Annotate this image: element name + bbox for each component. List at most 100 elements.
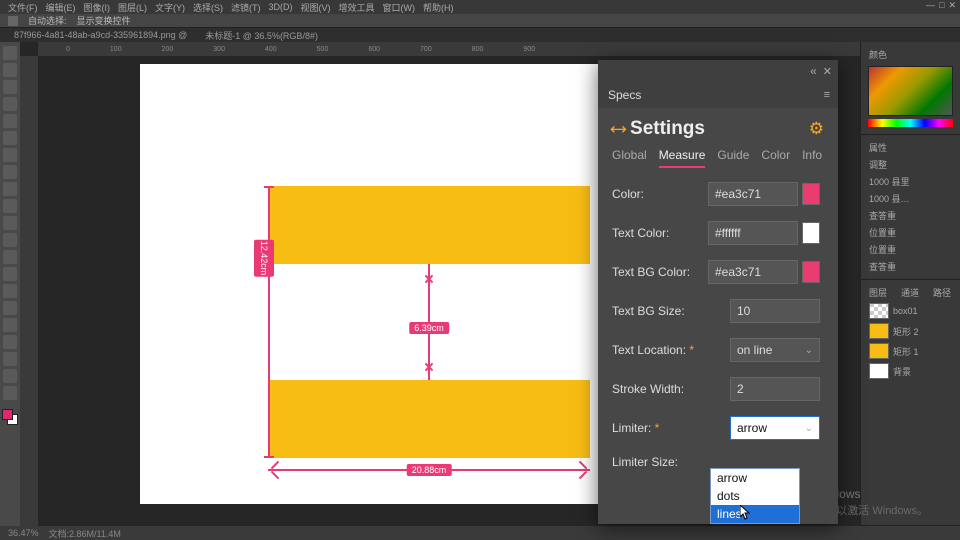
path-tool[interactable] [3,335,17,349]
limitersize-label: Limiter Size: [612,455,820,469]
channels-tab[interactable]: 通道 [897,284,923,301]
spec-arrow [271,461,279,469]
menu-edit[interactable]: 编辑(E) [46,1,76,14]
spec-line-height [268,188,270,458]
prop-row: 1000 县… [865,190,956,207]
props-panel-tab[interactable]: 属性 [865,139,956,156]
color-input[interactable]: #ea3c71 [708,182,798,206]
doc-tab-2[interactable]: 未标题-1 @ 36.5%(RGB/8#) [199,29,324,42]
close-icon[interactable]: ✕ [823,65,832,78]
menu-plugins[interactable]: 增效工具 [339,1,375,14]
color-picker[interactable] [868,66,953,116]
textcolor-label: Text Color: [612,226,708,240]
textloc-label: Text Location: [612,343,730,357]
limiter-dropdown[interactable]: arrow dots lines [710,468,800,524]
layer-row[interactable]: 矩形 1 [865,341,956,361]
frame-tool[interactable] [3,131,17,145]
textbg-label: Text BG Color: [612,265,708,279]
stroke-input[interactable]: 2 [730,377,820,401]
specs-panel-header[interactable]: « ✕ [598,60,838,82]
spec-gap-badge: 6.39cm [409,322,449,334]
close-button[interactable]: ✕ [948,0,956,11]
stamp-tool[interactable] [3,199,17,213]
limiter-option-dots[interactable]: dots [711,487,799,505]
menu-image[interactable]: 图像(I) [84,1,111,14]
move-tool[interactable] [3,46,17,60]
status-bar: 36.47% 文档:2.86M/11.4M [0,526,960,540]
color-panel-tab[interactable]: 颜色 [865,46,956,63]
fg-bg-swatch[interactable] [2,409,18,425]
menu-3d[interactable]: 3D(D) [269,2,293,12]
menu-select[interactable]: 选择(S) [193,1,223,14]
color-swatch[interactable] [802,183,820,205]
tab-global[interactable]: Global [612,148,647,168]
chevron-down-icon: ⌄ [805,345,813,356]
tab-measure[interactable]: Measure [659,148,706,168]
lasso-tool[interactable] [3,80,17,94]
marquee-tool[interactable] [3,63,17,77]
home-icon[interactable] [8,16,18,26]
brush-tool[interactable] [3,182,17,196]
textloc-select[interactable]: on line⌄ [730,338,820,362]
blur-tool[interactable] [3,267,17,281]
window-controls: — □ ✕ [922,0,960,11]
menu-filter[interactable]: 滤镜(T) [231,1,261,14]
rect-2[interactable] [268,380,590,458]
menu-file[interactable]: 文件(F) [8,1,38,14]
limiter-option-arrow[interactable]: arrow [711,469,799,487]
textcolor-input[interactable]: #ffffff [708,221,798,245]
opt-auto-select[interactable]: 自动选择: [28,14,67,27]
resize-icon: ⤢ [608,119,629,140]
prop-row: 查答重 [865,207,956,224]
menu-type[interactable]: 文字(Y) [155,1,185,14]
textbgsize-input[interactable]: 10 [730,299,820,323]
tab-color[interactable]: Color [761,148,790,168]
crop-tool[interactable] [3,114,17,128]
type-tool[interactable] [3,318,17,332]
limiter-select[interactable]: arrow⌄ [730,416,820,440]
tab-info[interactable]: Info [802,148,822,168]
eraser-tool[interactable] [3,233,17,247]
doc-tab-1[interactable]: 87f966-4a81-48ab-a9cd-335961894.png @ [8,30,193,40]
menu-layer[interactable]: 图层(L) [118,1,147,14]
zoom-tool[interactable] [3,386,17,400]
ruler-vertical [20,56,38,526]
menu-icon[interactable]: ≡ [816,89,838,101]
textbg-swatch[interactable] [802,261,820,283]
textbg-input[interactable]: #ea3c71 [708,260,798,284]
limiter-option-lines[interactable]: lines [711,505,799,523]
tab-guide[interactable]: Guide [717,148,749,168]
gradient-tool[interactable] [3,250,17,264]
hand-tool[interactable] [3,369,17,383]
eyedropper-tool[interactable] [3,148,17,162]
pen-tool[interactable] [3,301,17,315]
paths-tab[interactable]: 路径 [929,284,955,301]
layer-row[interactable]: 背景 [865,361,956,381]
wand-tool[interactable] [3,97,17,111]
settings-heading: ⤢Settings [612,118,705,140]
maximize-button[interactable]: □ [939,0,944,11]
specs-body: Color:#ea3c71 Text Color:#ffffff Text BG… [598,174,838,504]
opt-transform[interactable]: 显示变换控件 [77,14,131,27]
heal-tool[interactable] [3,165,17,179]
gear-icon[interactable]: ⚙ [809,119,824,139]
menu-help[interactable]: 帮助(H) [423,1,454,14]
shape-tool[interactable] [3,352,17,366]
collapse-icon[interactable]: « [810,64,817,78]
minimize-button[interactable]: — [926,0,935,11]
adjust-panel-tab[interactable]: 调整 [865,156,956,173]
doc-size: 文档:2.86M/11.4M [49,527,121,540]
zoom-level[interactable]: 36.47% [8,528,39,538]
hue-slider[interactable] [868,119,953,127]
textcolor-swatch[interactable] [802,222,820,244]
spec-cap [264,456,274,458]
layer-row[interactable]: 矩形 2 [865,321,956,341]
menu-window[interactable]: 窗口(W) [383,1,416,14]
dodge-tool[interactable] [3,284,17,298]
specs-tab-title[interactable]: Specs [598,82,651,108]
rect-1[interactable] [268,186,590,264]
menu-view[interactable]: 视图(V) [301,1,331,14]
layer-row[interactable]: box01 [865,301,956,321]
layers-tab[interactable]: 图层 [865,284,891,301]
history-brush-tool[interactable] [3,216,17,230]
